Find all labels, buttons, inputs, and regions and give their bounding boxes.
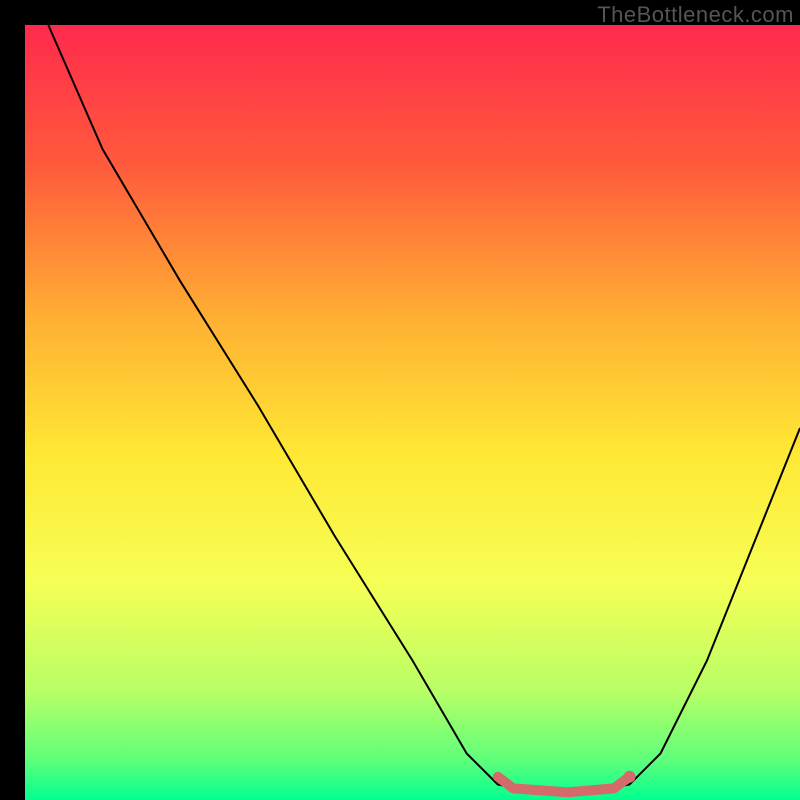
plot-area xyxy=(25,25,800,800)
optimal-end-dot xyxy=(624,771,636,783)
chart-svg xyxy=(25,25,800,800)
chart-frame: TheBottleneck.com xyxy=(0,0,800,800)
marker-layer xyxy=(624,771,636,783)
gradient-background xyxy=(25,25,800,800)
